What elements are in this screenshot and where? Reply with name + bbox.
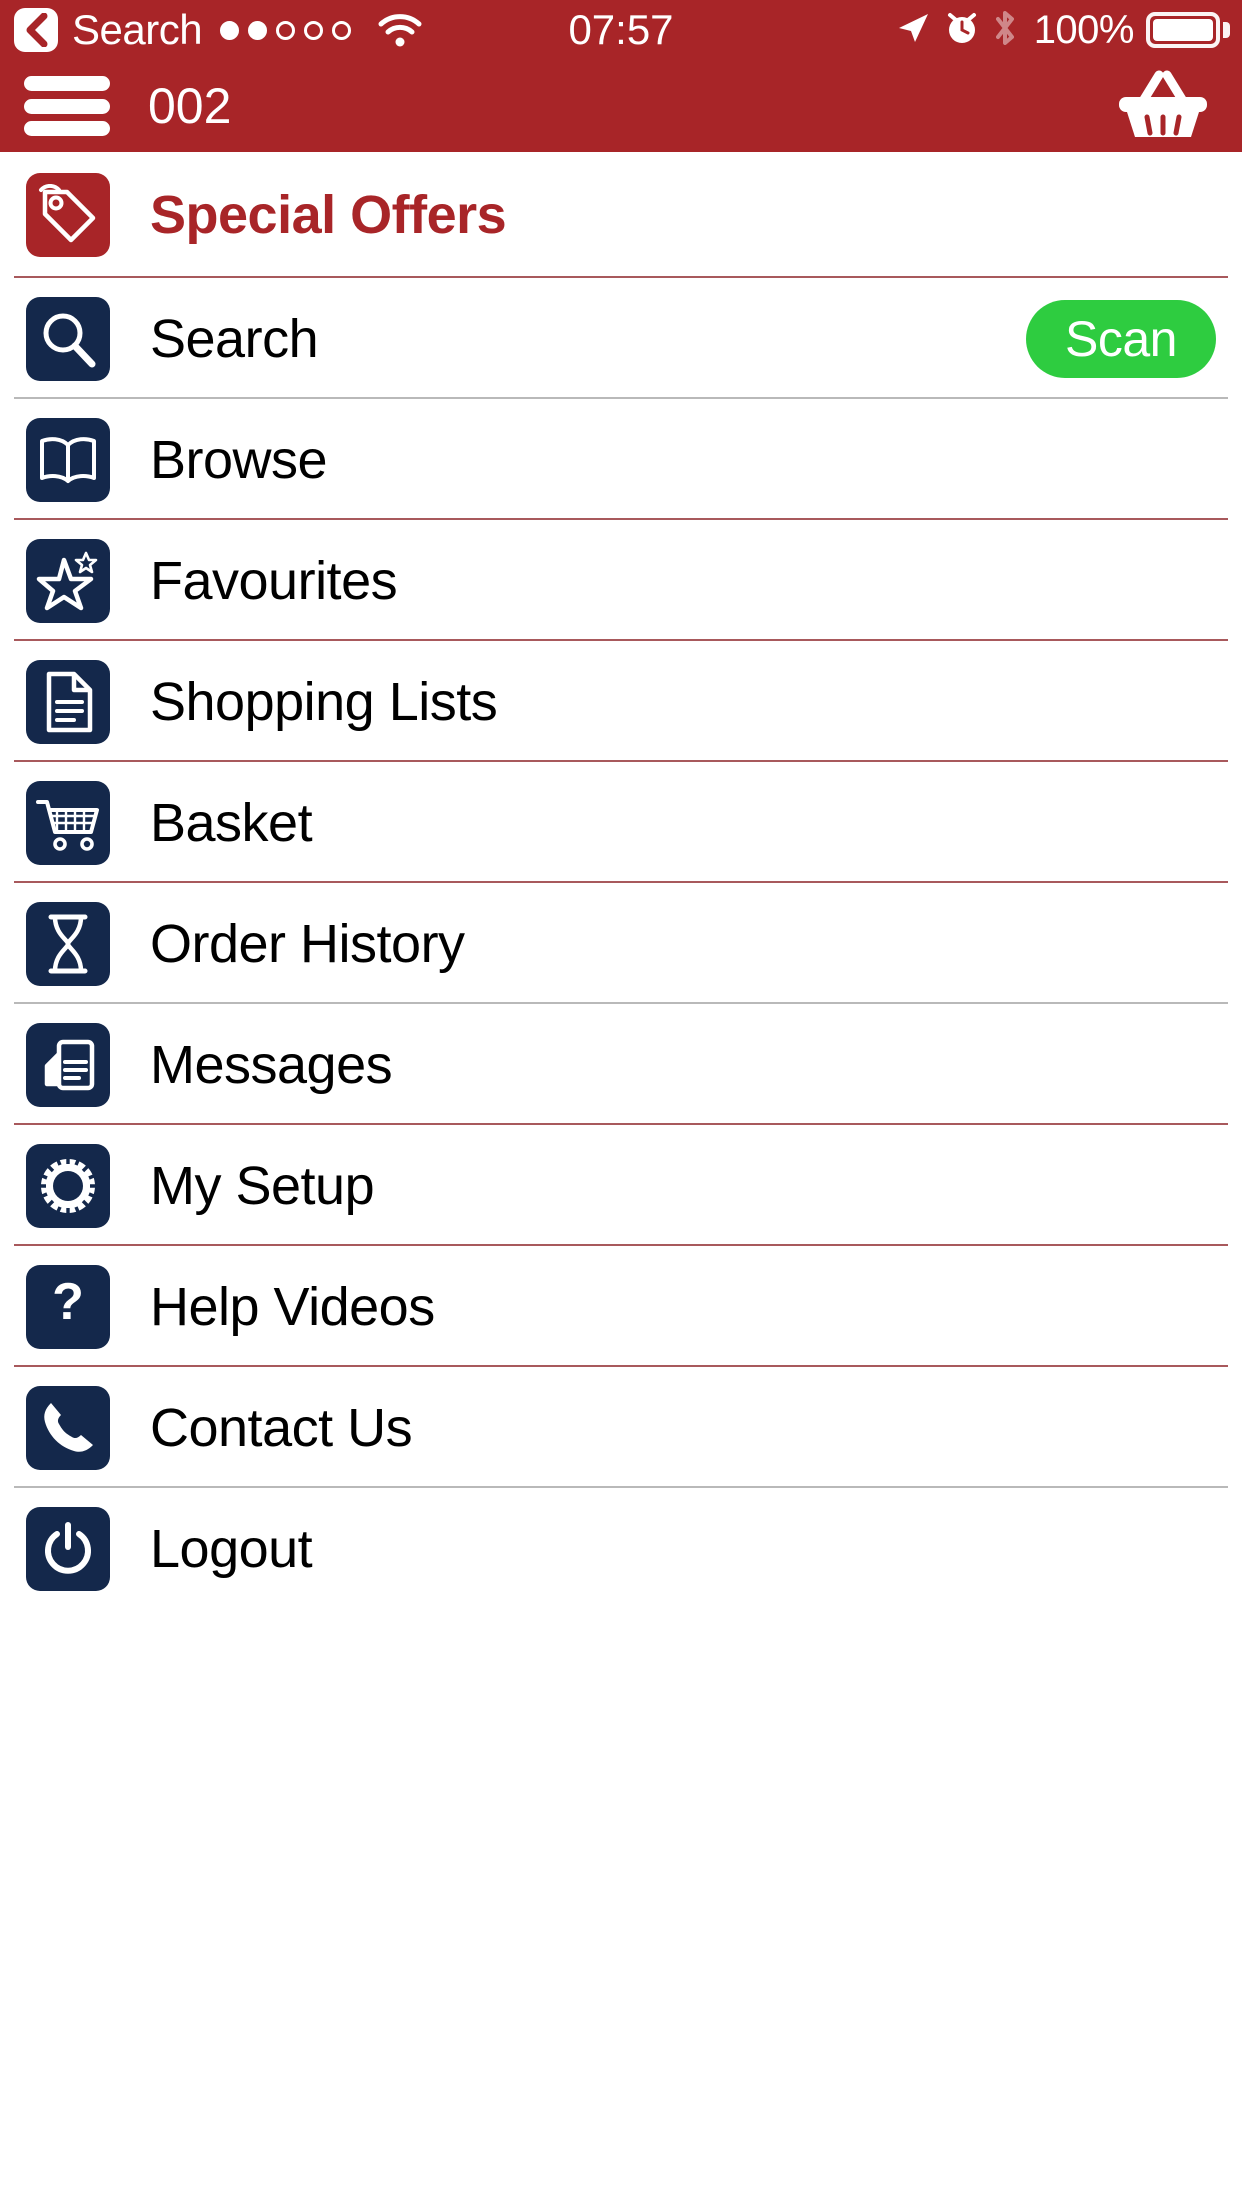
menu-item-logout[interactable]: Logout	[0, 1488, 1242, 1609]
signal-dot	[220, 20, 240, 40]
shopping-basket-icon	[1113, 67, 1213, 146]
back-label: Search	[72, 6, 203, 53]
menu-item-favourites[interactable]: Favourites	[0, 520, 1242, 641]
hamburger-line	[24, 121, 110, 136]
menu-item-label: Special Offers	[150, 185, 507, 245]
battery-percentage: 100%	[1033, 8, 1135, 52]
menu-item-label: Browse	[150, 429, 328, 490]
battery-cap	[1223, 22, 1230, 38]
status-bar-left: Search	[0, 8, 423, 52]
open-book-icon	[26, 417, 110, 502]
magnifier-icon	[26, 296, 110, 381]
menu-item-contact-us[interactable]: Contact Us	[0, 1367, 1242, 1488]
menu-item-messages[interactable]: Messages	[0, 1004, 1242, 1125]
signal-dot	[248, 20, 268, 40]
bluetooth-icon	[992, 8, 1018, 53]
menu-item-my-setup[interactable]: My Setup	[0, 1125, 1242, 1246]
menu-item-label: Basket	[150, 792, 313, 853]
signal-dot	[332, 20, 352, 40]
scan-button[interactable]: Scan	[1026, 299, 1216, 378]
battery-fill	[1153, 19, 1213, 41]
chevron-left-icon	[24, 13, 48, 47]
telephone-icon	[26, 1385, 110, 1470]
hamburger-menu-icon[interactable]	[24, 76, 110, 136]
wifi-icon	[377, 12, 423, 48]
hamburger-line	[24, 76, 110, 91]
back-to-search-button[interactable]	[14, 8, 58, 52]
basket-button[interactable]	[1110, 68, 1216, 144]
app-screen: Search 07:57 100% 002 Special Offers Sea…	[0, 0, 1242, 2208]
menu-item-label: Logout	[150, 1518, 313, 1579]
power-icon	[26, 1506, 110, 1591]
menu-item-special-offers[interactable]: Special Offers	[0, 152, 1242, 278]
question-mark-icon: ?	[26, 1264, 110, 1349]
svg-text:?: ?	[52, 1275, 84, 1331]
menu-item-label: Shopping Lists	[150, 671, 498, 732]
status-bar-clock: 07:57	[568, 6, 674, 53]
main-menu-list: Special Offers Search Scan Browse Favour…	[0, 152, 1242, 1609]
shopping-cart-icon	[26, 780, 110, 865]
location-arrow-icon	[894, 9, 932, 52]
menu-item-label: Messages	[150, 1034, 393, 1095]
signal-dot	[276, 20, 296, 40]
menu-item-search[interactable]: Search Scan	[0, 278, 1242, 399]
menu-item-shopping-lists[interactable]: Shopping Lists	[0, 641, 1242, 762]
battery-icon	[1146, 12, 1230, 48]
menu-item-basket[interactable]: Basket	[0, 762, 1242, 883]
battery-body	[1146, 12, 1220, 48]
menu-item-label: Favourites	[150, 550, 398, 611]
menu-item-label: My Setup	[150, 1155, 375, 1216]
menu-item-label: Order History	[150, 913, 465, 974]
menu-item-label: Help Videos	[150, 1276, 435, 1337]
star-icon	[26, 538, 110, 623]
price-tag-icon	[26, 173, 110, 257]
app-nav-bar: 002	[0, 60, 1242, 152]
hourglass-icon	[26, 901, 110, 986]
signal-strength-indicator	[220, 20, 352, 40]
menu-item-help-videos[interactable]: ? Help Videos	[0, 1246, 1242, 1367]
page-title: 002	[148, 78, 232, 134]
message-document-icon	[26, 1022, 110, 1107]
menu-item-label: Search	[150, 308, 319, 369]
menu-item-browse[interactable]: Browse	[0, 399, 1242, 520]
document-lines-icon	[26, 659, 110, 744]
hamburger-line	[24, 98, 110, 114]
alarm-clock-icon	[944, 9, 980, 52]
menu-item-label: Contact Us	[150, 1397, 413, 1458]
menu-item-order-history[interactable]: Order History	[0, 883, 1242, 1004]
ios-status-bar: Search 07:57 100%	[0, 0, 1242, 60]
gear-icon	[26, 1143, 110, 1228]
status-bar-right: 100%	[894, 8, 1242, 53]
signal-dot	[304, 20, 324, 40]
